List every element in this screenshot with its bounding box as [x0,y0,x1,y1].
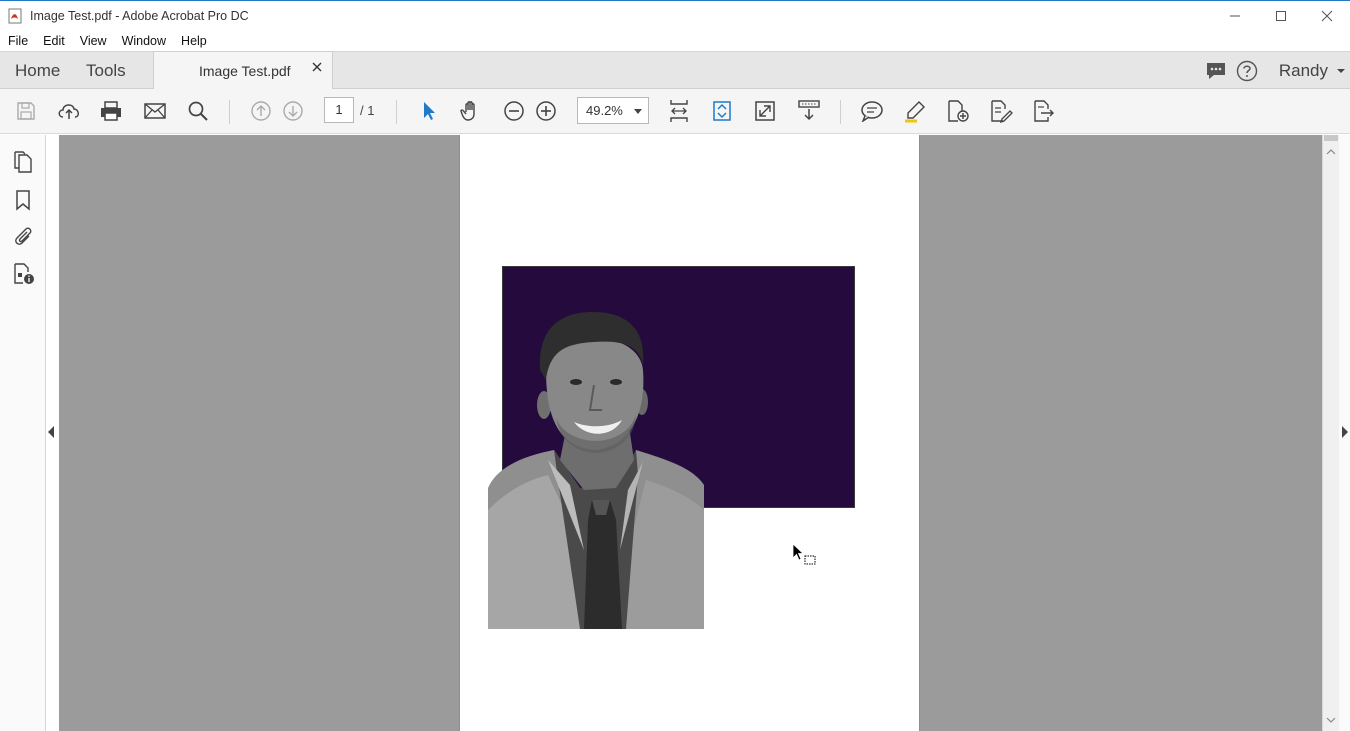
menu-edit[interactable]: Edit [35,34,72,48]
fit-page-icon[interactable] [666,98,692,124]
minimize-button[interactable] [1212,1,1258,31]
document-tab-label: Image Test.pdf [199,63,291,79]
zoom-value: 49.2% [586,103,623,118]
toolbar-separator [840,100,841,124]
help-icon[interactable] [1236,60,1258,82]
comments-panel-icon[interactable] [1205,61,1227,81]
window-title: Image Test.pdf - Adobe Acrobat Pro DC [30,8,249,23]
toolbar-separator [229,100,230,124]
tab-document[interactable]: Image Test.pdf [153,51,333,89]
close-button[interactable] [1304,1,1350,31]
comment-icon[interactable] [859,98,885,124]
zoom-select[interactable]: 49.2% [577,97,649,124]
menu-window[interactable]: Window [114,34,173,48]
menu-view[interactable]: View [72,34,114,48]
mouse-cursor-icon [792,543,816,565]
full-screen-icon[interactable] [752,98,778,124]
toolbar [0,89,1350,134]
select-arrow-icon[interactable] [415,98,441,124]
attachment-icon[interactable] [11,223,35,249]
tab-home[interactable]: Home [15,61,60,81]
hand-icon[interactable] [458,98,484,124]
toolbar-separator [396,100,397,124]
vertical-scrollbar[interactable] [1322,135,1339,731]
left-navigation-rail [0,135,46,731]
minimize-icon [1230,15,1240,17]
collapse-left-panel-icon[interactable] [48,426,54,438]
zoom-out-icon[interactable] [501,98,527,124]
page-up-icon[interactable] [248,98,274,124]
acrobat-app-icon [8,8,24,24]
add-pdf-icon[interactable] [945,98,971,124]
pages-icon[interactable] [11,149,35,175]
user-name[interactable]: Randy [1279,61,1328,81]
tab-tools[interactable]: Tools [86,61,126,81]
menu-help[interactable]: Help [173,34,214,48]
save-icon[interactable] [13,98,39,124]
menu-file[interactable]: File [0,34,35,48]
search-icon[interactable] [185,98,211,124]
highlight-icon[interactable] [902,98,928,124]
title-bar: Image Test.pdf - Adobe Acrobat Pro DC [0,0,1350,30]
page-total: / 1 [360,103,375,118]
chevron-down-icon [634,109,642,114]
expand-right-panel-icon[interactable] [1342,426,1348,438]
print-icon[interactable] [98,98,124,124]
rotate-view-icon[interactable] [709,98,735,124]
export-pdf-icon[interactable] [1031,98,1057,124]
email-icon[interactable] [142,98,168,124]
bookmark-icon[interactable] [11,187,35,213]
maximize-button[interactable] [1258,1,1304,31]
chevron-down-icon[interactable] [1336,67,1346,75]
maximize-icon [1276,11,1286,21]
read-mode-icon[interactable] [796,98,822,124]
close-tab-icon[interactable] [311,61,323,73]
zoom-in-icon[interactable] [533,98,559,124]
close-icon [1321,10,1333,22]
page-number-input[interactable]: 1 [324,97,354,123]
upload-cloud-icon[interactable] [56,98,82,124]
menu-bar: File Edit View Window Help [0,30,1350,51]
page-down-icon[interactable] [280,98,306,124]
tab-bar: Home Tools Image Test.pdf Randy [0,51,1350,89]
document-properties-icon[interactable] [11,261,35,287]
fill-sign-icon[interactable] [988,98,1014,124]
portrait-photo [488,312,704,629]
